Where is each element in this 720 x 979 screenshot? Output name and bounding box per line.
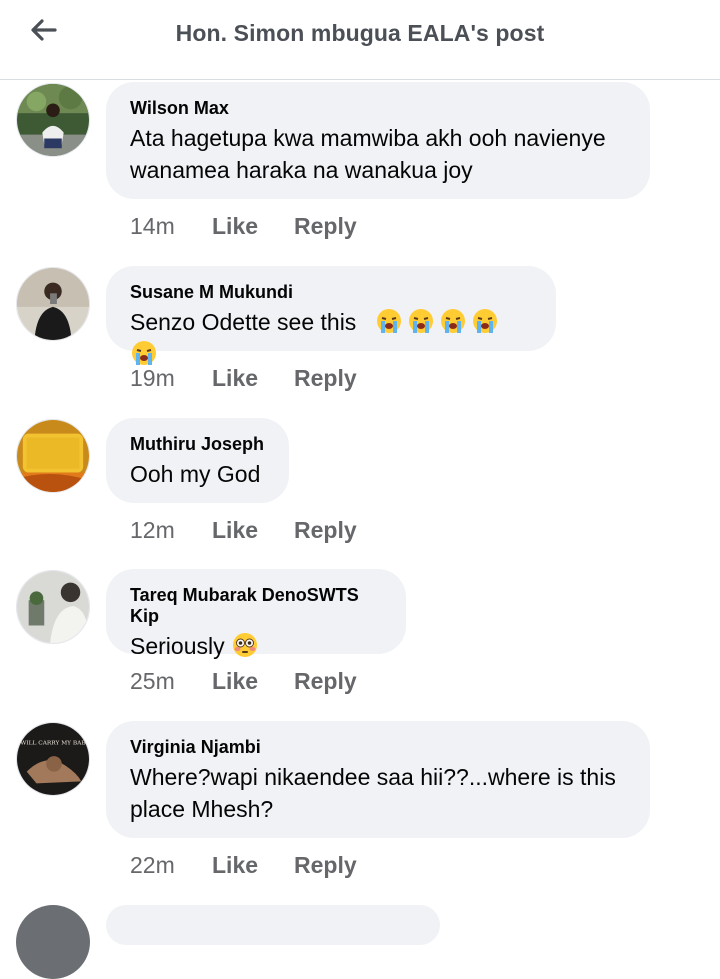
comment-text: Senzo Odette see this bbox=[130, 309, 357, 335]
page-title: Hon. Simon mbugua EALA's post bbox=[175, 20, 545, 46]
avatar-caption: WILL CARRY MY BAB bbox=[20, 740, 85, 746]
comment-text: Ooh my God bbox=[130, 461, 261, 487]
comment-bubble[interactable]: Wilson Max Ata hagetupa kwa mamwiba akh … bbox=[106, 82, 650, 199]
avatar[interactable] bbox=[16, 905, 90, 979]
comment-text: Ata hagetupa kwa mamwiba akh ooh navieny… bbox=[130, 125, 606, 183]
comment-author[interactable]: Muthiru Joseph bbox=[130, 434, 265, 455]
comment-bubble[interactable]: Virginia Njambi Where?wapi nikaendee saa… bbox=[106, 721, 650, 838]
loudly-crying-face-icon bbox=[377, 309, 402, 333]
comment-author[interactable]: Wilson Max bbox=[130, 98, 626, 119]
comment-text: Where?wapi nikaendee saa hii??...where i… bbox=[130, 764, 616, 822]
avatar[interactable] bbox=[16, 83, 90, 157]
like-button[interactable]: Like bbox=[212, 517, 294, 544]
comment-text: Seriously bbox=[130, 633, 225, 659]
avatar[interactable] bbox=[16, 419, 90, 493]
flushed-face-icon bbox=[233, 633, 257, 657]
like-button[interactable]: Like bbox=[212, 365, 294, 392]
comment-actions: 22m Like Reply bbox=[130, 852, 357, 879]
comment-bubble[interactable]: Muthiru Joseph Ooh my God bbox=[106, 418, 289, 503]
avatar[interactable]: WILL CARRY MY BAB bbox=[16, 722, 90, 796]
comment-actions: 19m Like Reply bbox=[130, 365, 357, 392]
comment-bubble[interactable]: Tareq Mubarak DenoSWTS Kip Seriously bbox=[106, 569, 406, 659]
comment-author[interactable]: Virginia Njambi bbox=[130, 737, 626, 758]
comment-author[interactable]: Susane M Mukundi bbox=[130, 282, 532, 303]
reply-button[interactable]: Reply bbox=[294, 213, 357, 240]
comment-timestamp: 22m bbox=[130, 852, 175, 878]
comment-actions: 12m Like Reply bbox=[130, 517, 357, 544]
reply-button[interactable]: Reply bbox=[294, 668, 357, 695]
comment-bubble[interactable] bbox=[106, 905, 440, 945]
comment-timestamp: 19m bbox=[130, 365, 175, 391]
reply-button[interactable]: Reply bbox=[294, 365, 357, 392]
comment-bubble[interactable]: Susane M Mukundi Senzo Odette see this bbox=[106, 266, 556, 365]
avatar[interactable] bbox=[16, 570, 90, 644]
comment-author[interactable]: Tareq Mubarak DenoSWTS Kip bbox=[130, 585, 382, 627]
reply-button[interactable]: Reply bbox=[294, 517, 357, 544]
comment-actions: 14m Like Reply bbox=[130, 213, 357, 240]
comment-timestamp: 12m bbox=[130, 517, 175, 543]
comment-timestamp: 25m bbox=[130, 668, 175, 694]
loudly-crying-face-icon bbox=[473, 309, 498, 333]
loudly-crying-face-icon bbox=[132, 341, 156, 365]
avatar[interactable] bbox=[16, 267, 90, 341]
like-button[interactable]: Like bbox=[212, 852, 294, 879]
like-button[interactable]: Like bbox=[212, 668, 294, 695]
loudly-crying-face-icon bbox=[409, 309, 434, 333]
comment-text-line: Seriously bbox=[130, 630, 382, 662]
comment-timestamp: 14m bbox=[130, 213, 175, 239]
comment-text-line: Senzo Odette see this bbox=[130, 306, 532, 370]
reply-button[interactable]: Reply bbox=[294, 852, 357, 879]
loudly-crying-face-icon bbox=[441, 309, 466, 333]
comment-actions: 25m Like Reply bbox=[130, 668, 357, 695]
like-button[interactable]: Like bbox=[212, 213, 294, 240]
top-bar: Hon. Simon mbugua EALA's post bbox=[0, 0, 720, 80]
